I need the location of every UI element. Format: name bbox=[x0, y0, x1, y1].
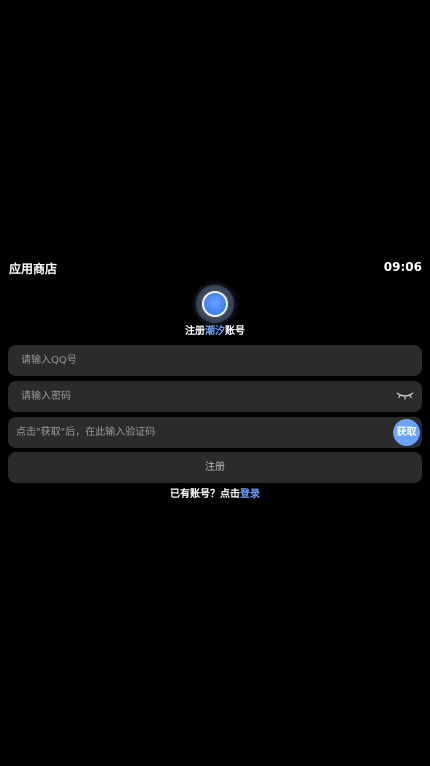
clock: 09:06 bbox=[383, 260, 422, 274]
page-title: 注册潮汐账号 bbox=[0, 325, 430, 339]
login-prompt: 已有账号？点击登录 bbox=[0, 488, 430, 502]
title-prefix: 注册 bbox=[185, 326, 205, 337]
verification-code-input[interactable] bbox=[8, 417, 422, 448]
logo-ring bbox=[202, 291, 228, 317]
title-brand: 潮汐 bbox=[205, 326, 225, 337]
login-link[interactable]: 登录 bbox=[240, 489, 260, 500]
qq-field[interactable] bbox=[8, 345, 422, 376]
password-input[interactable] bbox=[8, 381, 422, 412]
get-code-button[interactable]: 获取 bbox=[393, 419, 420, 446]
register-button[interactable]: 注册 bbox=[8, 452, 422, 483]
password-field[interactable] bbox=[8, 381, 422, 412]
app-title: 应用商店 bbox=[9, 262, 58, 276]
eye-closed-icon[interactable] bbox=[396, 390, 414, 402]
title-suffix: 账号 bbox=[225, 326, 245, 337]
app-logo-icon bbox=[196, 285, 234, 323]
qq-input[interactable] bbox=[8, 345, 422, 376]
login-prompt-text: 已有账号？点击 bbox=[170, 489, 240, 500]
verification-code-field[interactable]: 获取 bbox=[8, 417, 422, 448]
status-bar: 应用商店 09:06 bbox=[0, 258, 430, 280]
